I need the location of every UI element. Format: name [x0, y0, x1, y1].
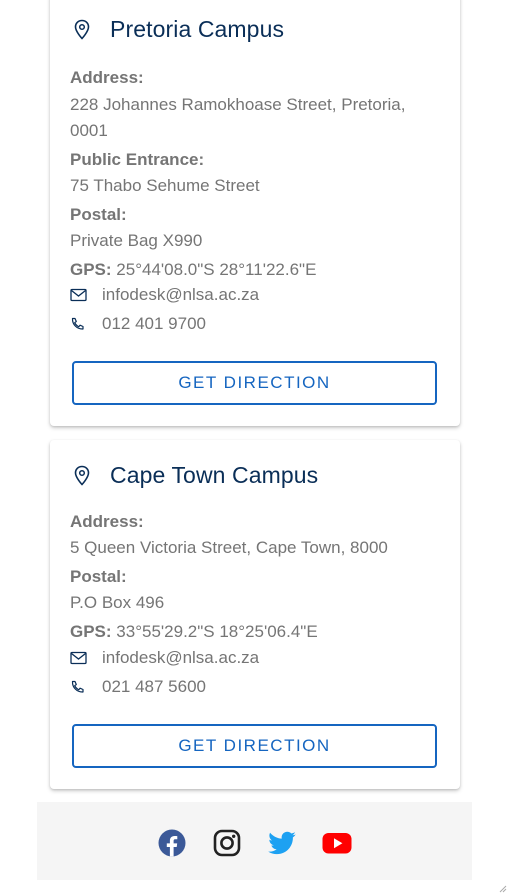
phone-number[interactable]: 021 487 5600 [102, 677, 206, 697]
location-pin-icon [74, 465, 90, 486]
phone-row: 012 401 9700 [70, 314, 206, 334]
gps-value: 25°44'08.0"S 28°11'22.6"E [116, 260, 317, 279]
email-row: infodesk@nlsa.ac.za [70, 648, 259, 668]
phone-number[interactable]: 012 401 9700 [102, 314, 206, 334]
mail-icon [70, 288, 87, 302]
phone-row: 021 487 5600 [70, 677, 206, 697]
campus-title-row: Cape Town Campus [72, 462, 318, 489]
email-row: infodesk@nlsa.ac.za [70, 285, 259, 305]
get-direction-button[interactable]: GET DIRECTION [72, 724, 437, 768]
campus-title: Cape Town Campus [110, 462, 319, 488]
postal-label: Postal: [70, 205, 127, 224]
email-link[interactable]: infodesk@nlsa.ac.za [102, 648, 259, 668]
email-link[interactable]: infodesk@nlsa.ac.za [102, 285, 259, 305]
location-pin-icon [74, 19, 90, 40]
pretoria-campus-card: Pretoria Campus Address: 228 Johannes Ra… [50, 0, 460, 426]
address-label: Address: [70, 68, 144, 87]
mail-icon [70, 651, 87, 665]
public-entrance-label: Public Entrance: [70, 150, 205, 169]
phone-icon [71, 317, 84, 330]
public-entrance-value: 75 Thabo Sehume Street [70, 176, 260, 195]
cape-town-campus-card: Cape Town Campus Address: 5 Queen Victor… [50, 440, 460, 789]
postal-value: Private Bag X990 [70, 231, 203, 250]
gps-value: 33°55'29.2"S 18°25'06.4"E [116, 622, 318, 641]
resize-handle-icon[interactable] [497, 883, 507, 893]
address-line1: 5 Queen Victoria Street, Cape Town, 8000 [70, 538, 388, 557]
gps-label: GPS: [70, 260, 112, 279]
campus-title: Pretoria Campus [110, 16, 285, 42]
social-footer [37, 802, 472, 880]
instagram-icon[interactable] [212, 828, 242, 858]
postal-label: Postal: [70, 567, 127, 586]
address-label: Address: [70, 512, 144, 531]
youtube-icon[interactable] [322, 828, 352, 858]
get-direction-button[interactable]: GET DIRECTION [72, 361, 437, 405]
postal-value: P.O Box 496 [70, 593, 165, 612]
gps-line: GPS: 25°44'08.0"S 28°11'22.6"E [70, 257, 316, 283]
facebook-icon[interactable] [157, 828, 187, 858]
campus-title-row: Pretoria Campus [72, 16, 284, 43]
twitter-icon[interactable] [267, 828, 297, 858]
address-line2: 0001 [70, 121, 108, 140]
gps-line: GPS: 33°55'29.2"S 18°25'06.4"E [70, 619, 318, 645]
address-line1: 228 Johannes Ramokhoase Street, Pretoria… [70, 95, 406, 114]
phone-icon [71, 680, 84, 693]
gps-label: GPS: [70, 622, 112, 641]
